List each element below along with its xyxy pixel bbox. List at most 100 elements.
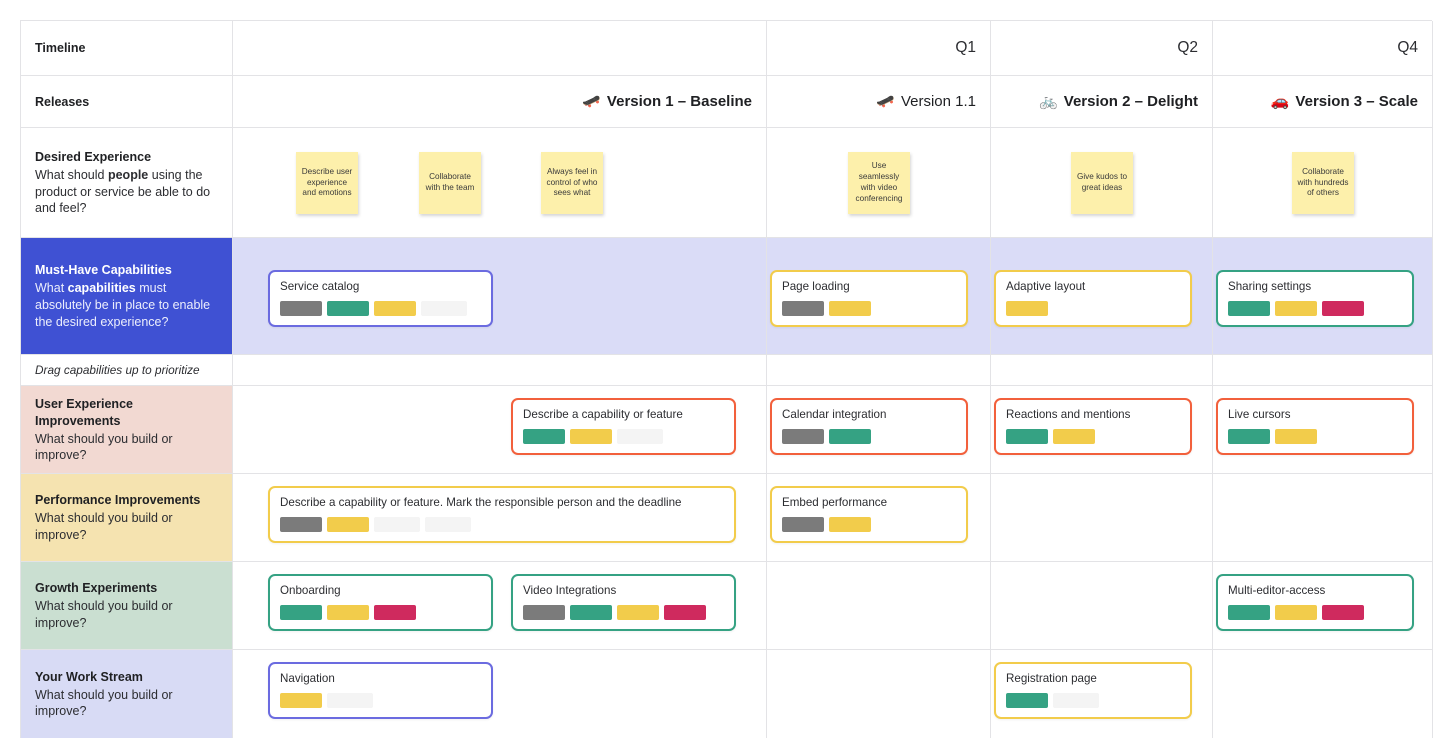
progress-chip-empty[interactable] xyxy=(421,301,467,317)
sticky-note[interactable]: Use seamlessly with video conferencing xyxy=(848,152,910,214)
roadmap-card[interactable]: Reactions and mentions xyxy=(994,398,1192,456)
perf-cell-col4[interactable] xyxy=(1213,474,1433,562)
progress-chip-yellow[interactable] xyxy=(617,605,659,621)
progress-chip-yellow[interactable] xyxy=(327,605,369,621)
sticky-note[interactable]: Describe user experience and emotions xyxy=(296,152,358,214)
desired-cell-col3[interactable]: Give kudos to great ideas xyxy=(991,128,1213,238)
progress-chip-gray[interactable] xyxy=(523,605,565,621)
progress-chip-yellow[interactable] xyxy=(829,517,871,533)
progress-chip-gray[interactable] xyxy=(782,517,824,533)
growth-cell-col4[interactable]: Multi-editor-access xyxy=(1213,562,1433,650)
progress-chip-teal[interactable] xyxy=(523,429,565,445)
progress-chip-pink[interactable] xyxy=(1322,605,1364,621)
roadmap-card[interactable]: Calendar integration xyxy=(770,398,968,456)
roadmap-card[interactable]: Service catalog xyxy=(268,270,493,328)
work-cell-col3[interactable]: Registration page xyxy=(991,650,1213,738)
must-have-cell-col3[interactable]: Adaptive layout xyxy=(991,238,1213,355)
ux-cell-col1[interactable]: Describe a capability or feature xyxy=(233,386,767,474)
timeline-cell-col3[interactable]: Q2 xyxy=(991,21,1213,76)
progress-chip-empty[interactable] xyxy=(374,517,420,533)
work-cell-col4[interactable] xyxy=(1213,650,1433,738)
card-area: Service catalog xyxy=(233,238,766,354)
desired-cell-col1[interactable]: Describe user experience and emotions Col… xyxy=(233,128,767,238)
progress-chip-teal[interactable] xyxy=(327,301,369,317)
progress-chip-empty[interactable] xyxy=(617,429,663,445)
progress-chip-empty[interactable] xyxy=(327,693,373,709)
ux-cell-col4[interactable]: Live cursors xyxy=(1213,386,1433,474)
progress-chip-pink[interactable] xyxy=(374,605,416,621)
progress-chip-gray[interactable] xyxy=(782,429,824,445)
work-cell-col2[interactable] xyxy=(767,650,991,738)
roadmap-card[interactable]: Page loading xyxy=(770,270,968,328)
sticky-note[interactable]: Collaborate with hundreds of others xyxy=(1292,152,1354,214)
progress-chip-empty[interactable] xyxy=(1053,693,1099,709)
must-have-cell-col2[interactable]: Page loading xyxy=(767,238,991,355)
release-chip-1[interactable]: 🛹 Version 1 – Baseline xyxy=(233,76,766,127)
release-cell-col3[interactable]: 🚲 Version 2 – Delight xyxy=(991,76,1213,128)
must-have-cell-col1[interactable]: Service catalog xyxy=(233,238,767,355)
release-cell-col1[interactable]: 🛹 Version 1 – Baseline xyxy=(233,76,767,128)
roadmap-card[interactable]: Describe a capability or feature xyxy=(511,398,736,456)
must-have-cell-col4[interactable]: Sharing settings xyxy=(1213,238,1433,355)
timeline-cell-col4[interactable]: Q4 xyxy=(1213,21,1433,76)
progress-chip-yellow[interactable] xyxy=(327,517,369,533)
timeline-cell-col2[interactable]: Q1 xyxy=(767,21,991,76)
roadmap-card[interactable]: Video Integrations xyxy=(511,574,736,632)
progress-chip-teal[interactable] xyxy=(570,605,612,621)
progress-chip-teal[interactable] xyxy=(1228,429,1270,445)
progress-chip-yellow[interactable] xyxy=(1275,605,1317,621)
progress-chip-empty[interactable] xyxy=(425,517,471,533)
ux-cell-col3[interactable]: Reactions and mentions xyxy=(991,386,1213,474)
timeline-cell-col1[interactable] xyxy=(233,21,767,76)
growth-cell-col3[interactable] xyxy=(991,562,1213,650)
progress-chip-teal[interactable] xyxy=(829,429,871,445)
progress-chip-yellow[interactable] xyxy=(280,693,322,709)
progress-chip-yellow[interactable] xyxy=(570,429,612,445)
desired-cell-col2[interactable]: Use seamlessly with video conferencing xyxy=(767,128,991,238)
release-cell-col2[interactable]: 🛹 Version 1.1 xyxy=(767,76,991,128)
roadmap-card[interactable]: Registration page xyxy=(994,662,1192,720)
roadmap-card[interactable]: Embed performance xyxy=(770,486,968,544)
perf-cell-col1[interactable]: Describe a capability or feature. Mark t… xyxy=(233,474,767,562)
roadmap-card[interactable]: Sharing settings xyxy=(1216,270,1414,328)
release-chip-2[interactable]: 🛹 Version 1.1 xyxy=(767,76,990,127)
progress-chip-yellow[interactable] xyxy=(1053,429,1095,445)
progress-chip-teal[interactable] xyxy=(1228,301,1270,317)
desired-cell-col4[interactable]: Collaborate with hundreds of others xyxy=(1213,128,1433,238)
progress-chip-pink[interactable] xyxy=(664,605,706,621)
progress-chip-gray[interactable] xyxy=(280,517,322,533)
growth-title: Growth Experiments xyxy=(35,581,158,596)
progress-chip-yellow[interactable] xyxy=(1006,301,1048,317)
growth-cell-col2[interactable] xyxy=(767,562,991,650)
card-title: Navigation xyxy=(280,672,335,685)
progress-chip-teal[interactable] xyxy=(280,605,322,621)
progress-chip-yellow[interactable] xyxy=(829,301,871,317)
roadmap-card[interactable]: Live cursors xyxy=(1216,398,1414,456)
sticky-note[interactable]: Give kudos to great ideas xyxy=(1071,152,1133,214)
progress-chip-pink[interactable] xyxy=(1322,301,1364,317)
roadmap-card[interactable]: Adaptive layout xyxy=(994,270,1192,328)
growth-cell-col1[interactable]: Onboarding Video Integrations xyxy=(233,562,767,650)
sticky-note[interactable]: Collaborate with the team xyxy=(419,152,481,214)
roadmap-card[interactable]: Onboarding xyxy=(268,574,493,632)
progress-chip-yellow[interactable] xyxy=(1275,301,1317,317)
roadmap-card[interactable]: Describe a capability or feature. Mark t… xyxy=(268,486,736,544)
progress-chip-gray[interactable] xyxy=(280,301,322,317)
progress-chip-teal[interactable] xyxy=(1228,605,1270,621)
progress-chip-gray[interactable] xyxy=(782,301,824,317)
ux-improvements-row: User Experience Improvements What should… xyxy=(21,386,1433,474)
progress-chip-teal[interactable] xyxy=(1006,693,1048,709)
progress-chip-teal[interactable] xyxy=(1006,429,1048,445)
progress-chip-yellow[interactable] xyxy=(374,301,416,317)
sticky-note[interactable]: Always feel in control of who sees what xyxy=(541,152,603,214)
perf-cell-col2[interactable]: Embed performance xyxy=(767,474,991,562)
work-cell-col1[interactable]: Navigation xyxy=(233,650,767,738)
roadmap-card[interactable]: Navigation xyxy=(268,662,493,720)
ux-cell-col2[interactable]: Calendar integration xyxy=(767,386,991,474)
progress-chip-yellow[interactable] xyxy=(1275,429,1317,445)
release-cell-col4[interactable]: 🚗 Version 3 – Scale xyxy=(1213,76,1433,128)
release-chip-4[interactable]: 🚗 Version 3 – Scale xyxy=(1213,76,1432,127)
perf-cell-col3[interactable] xyxy=(991,474,1213,562)
roadmap-card[interactable]: Multi-editor-access xyxy=(1216,574,1414,632)
release-chip-3[interactable]: 🚲 Version 2 – Delight xyxy=(991,76,1212,127)
